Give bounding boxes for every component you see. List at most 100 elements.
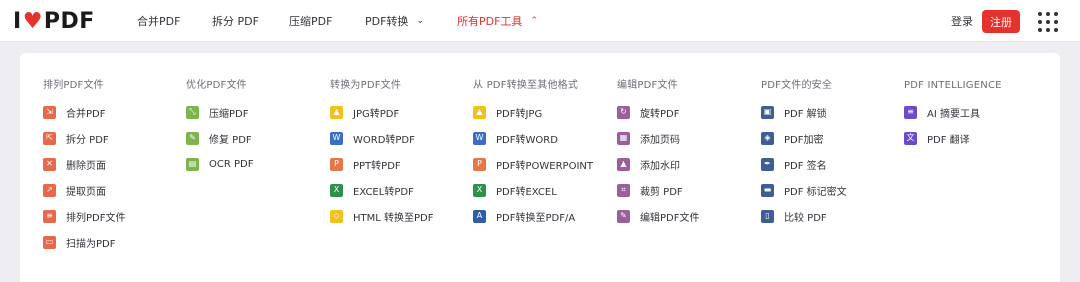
tool-link[interactable]: W WORD转PDF — [330, 130, 434, 146]
tool-label: PDF转WORD — [496, 134, 558, 146]
tool-link[interactable]: ≡ 排列PDF文件 — [43, 208, 125, 224]
page-numbers-icon: ▦ — [617, 131, 630, 145]
nav-split-pdf[interactable]: 拆分 PDF — [212, 0, 259, 42]
tool-label: 裁剪 PDF — [640, 186, 683, 198]
tool-label: OCR PDF — [209, 158, 254, 170]
apps-grid-icon[interactable] — [1038, 12, 1058, 32]
column-title: 转换为PDF文件 — [330, 80, 402, 91]
tool-label: 编辑PDF文件 — [640, 212, 700, 224]
tool-column: 从 PDF转换至其他格式 ▲ PDF转JPG W PDF转WORD P PDF转POWERP… — [473, 79, 593, 234]
tool-link[interactable]: ▭ 扫描为PDF — [43, 234, 125, 250]
nav-merge-pdf[interactable]: 合并PDF — [137, 0, 180, 42]
tool-link[interactable]: ◈ PDF加密 — [761, 130, 847, 146]
tool-link[interactable]: ▬ PDF 标记密文 — [761, 182, 847, 198]
unlock-icon: ▣ — [761, 105, 774, 119]
tool-column: PDF文件的安全 ▣ PDF 解锁 ◈ PDF加密 ✒ PDF 签名 ▬ PDF 标记密文 ▯ 比较… — [761, 79, 847, 234]
tool-label: WORD转PDF — [353, 134, 415, 146]
tool-link[interactable]: ▲ JPG转PDF — [330, 104, 434, 120]
column-title: PDF文件的安全 — [761, 80, 833, 91]
tool-label: 提取页面 — [66, 186, 106, 198]
tool-link[interactable]: ▦ 添加页码 — [617, 130, 699, 146]
chevron-up-icon: ⌃ — [530, 16, 538, 26]
nav-all-pdf-tools-dropdown[interactable]: 所有PDF工具 ⌃ — [457, 0, 538, 42]
compress-icon: ⤡ — [186, 105, 199, 119]
sign-icon: ✒ — [761, 157, 774, 171]
tool-label: PDF 翻译 — [927, 134, 970, 146]
pdfa-file-icon: A — [473, 209, 486, 223]
word-file-icon: W — [330, 131, 343, 145]
ocr-icon: ▤ — [186, 157, 199, 171]
rotate-icon: ↻ — [617, 105, 630, 119]
ilovepdf-logo[interactable]: I ♥ PDF — [13, 8, 95, 34]
nav-label: 压缩PDF — [289, 15, 333, 28]
ai-summary-icon: ≡ — [904, 105, 917, 119]
tool-label: 排列PDF文件 — [66, 212, 126, 224]
register-button[interactable]: 注册 — [982, 10, 1020, 33]
tool-link[interactable]: ▲ PDF转JPG — [473, 104, 593, 120]
tool-label: PDF 签名 — [784, 160, 827, 172]
tool-link[interactable]: ✒ PDF 签名 — [761, 156, 847, 172]
tool-link[interactable]: ✕ 删除页面 — [43, 156, 125, 172]
column-title: 从 PDF转换至其他格式 — [473, 80, 579, 91]
tool-link[interactable]: ⤡ 压缩PDF — [186, 104, 253, 120]
word-file-icon: W — [473, 131, 486, 145]
tool-link[interactable]: W PDF转WORD — [473, 130, 593, 146]
logo-text-pdf: PDF — [43, 8, 95, 34]
compare-icon: ▯ — [761, 209, 774, 223]
split-icon: ⇱ — [43, 131, 56, 145]
tool-link[interactable]: ▣ PDF 解锁 — [761, 104, 847, 120]
tool-label: PDF 标记密文 — [784, 186, 847, 198]
tool-link[interactable]: ▲ 添加水印 — [617, 156, 699, 172]
tool-link[interactable]: A PDF转换至PDF/A — [473, 208, 593, 224]
scan-icon: ▭ — [43, 235, 56, 249]
tool-link[interactable]: ↗ 提取页面 — [43, 182, 125, 198]
tool-link[interactable]: P PPT转PDF — [330, 156, 434, 172]
column-title: 编辑PDF文件 — [617, 80, 678, 91]
tool-link[interactable]: ◇ HTML 转换至PDF — [330, 208, 434, 224]
tool-label: HTML 转换至PDF — [353, 212, 434, 224]
nav-convert-pdf-dropdown[interactable]: PDF转换 ⌄ — [365, 0, 424, 42]
tool-label: 删除页面 — [66, 160, 106, 172]
tool-link[interactable]: X PDF转EXCEL — [473, 182, 593, 198]
excel-file-icon: X — [473, 183, 486, 197]
organize-icon: ≡ — [43, 209, 56, 223]
login-link[interactable]: 登录 — [951, 0, 973, 42]
watermark-icon: ▲ — [617, 157, 630, 171]
repair-icon: ✎ — [186, 131, 199, 145]
tool-link[interactable]: ≡ AI 摘要工具 — [904, 104, 1002, 120]
tool-link[interactable]: ⌗ 裁剪 PDF — [617, 182, 699, 198]
edit-icon: ✎ — [617, 209, 630, 223]
nav-label: PDF转换 — [365, 15, 409, 28]
tool-label: 合并PDF — [66, 108, 106, 120]
ppt-file-icon: P — [330, 157, 343, 171]
nav-compress-pdf[interactable]: 压缩PDF — [289, 0, 332, 42]
delete-pages-icon: ✕ — [43, 157, 56, 171]
tool-link[interactable]: ✎ 修复 PDF — [186, 130, 253, 146]
tool-column: 转换为PDF文件 ▲ JPG转PDF W WORD转PDF P PPT转PDF X EXCEL转… — [330, 79, 434, 234]
column-title: PDF INTELLIGENCE — [904, 80, 1002, 91]
tool-link[interactable]: 文 PDF 翻译 — [904, 130, 1002, 146]
tool-link[interactable]: X EXCEL转PDF — [330, 182, 434, 198]
chevron-down-icon: ⌄ — [416, 16, 424, 26]
tool-link[interactable]: ⇲ 合并PDF — [43, 104, 125, 120]
excel-file-icon: X — [330, 183, 343, 197]
top-navigation-bar: I ♥ PDF 合并PDF 拆分 PDF 压缩PDF PDF转换 ⌄ 所有PDF… — [0, 0, 1080, 42]
tool-label: PDF 解锁 — [784, 108, 827, 120]
logo-letter-i: I — [13, 8, 22, 34]
tool-link[interactable]: ▯ 比较 PDF — [761, 208, 847, 224]
tool-link[interactable]: ▤ OCR PDF — [186, 156, 253, 172]
html-file-icon: ◇ — [330, 209, 343, 223]
tool-link[interactable]: ⇱ 拆分 PDF — [43, 130, 125, 146]
tool-column: 排列PDF文件 ⇲ 合并PDF ⇱ 拆分 PDF ✕ 删除页面 ↗ 提取页面 ≡ 排列PDF文件 ▭ 扫… — [43, 79, 125, 260]
merge-icon: ⇲ — [43, 105, 56, 119]
tool-label: PDF转POWERPOINT — [496, 160, 593, 172]
nav-label: 拆分 PDF — [212, 15, 259, 28]
tool-link[interactable]: ↻ 旋转PDF — [617, 104, 699, 120]
tool-link[interactable]: P PDF转POWERPOINT — [473, 156, 593, 172]
tool-label: 压缩PDF — [209, 108, 249, 120]
tool-link[interactable]: ✎ 编辑PDF文件 — [617, 208, 699, 224]
tool-column: 编辑PDF文件 ↻ 旋转PDF ▦ 添加页码 ▲ 添加水印 ⌗ 裁剪 PDF ✎ 编辑PDF文件 — [617, 79, 699, 234]
ppt-file-icon: P — [473, 157, 486, 171]
tool-label: 比较 PDF — [784, 212, 827, 224]
tool-label: AI 摘要工具 — [927, 108, 980, 120]
